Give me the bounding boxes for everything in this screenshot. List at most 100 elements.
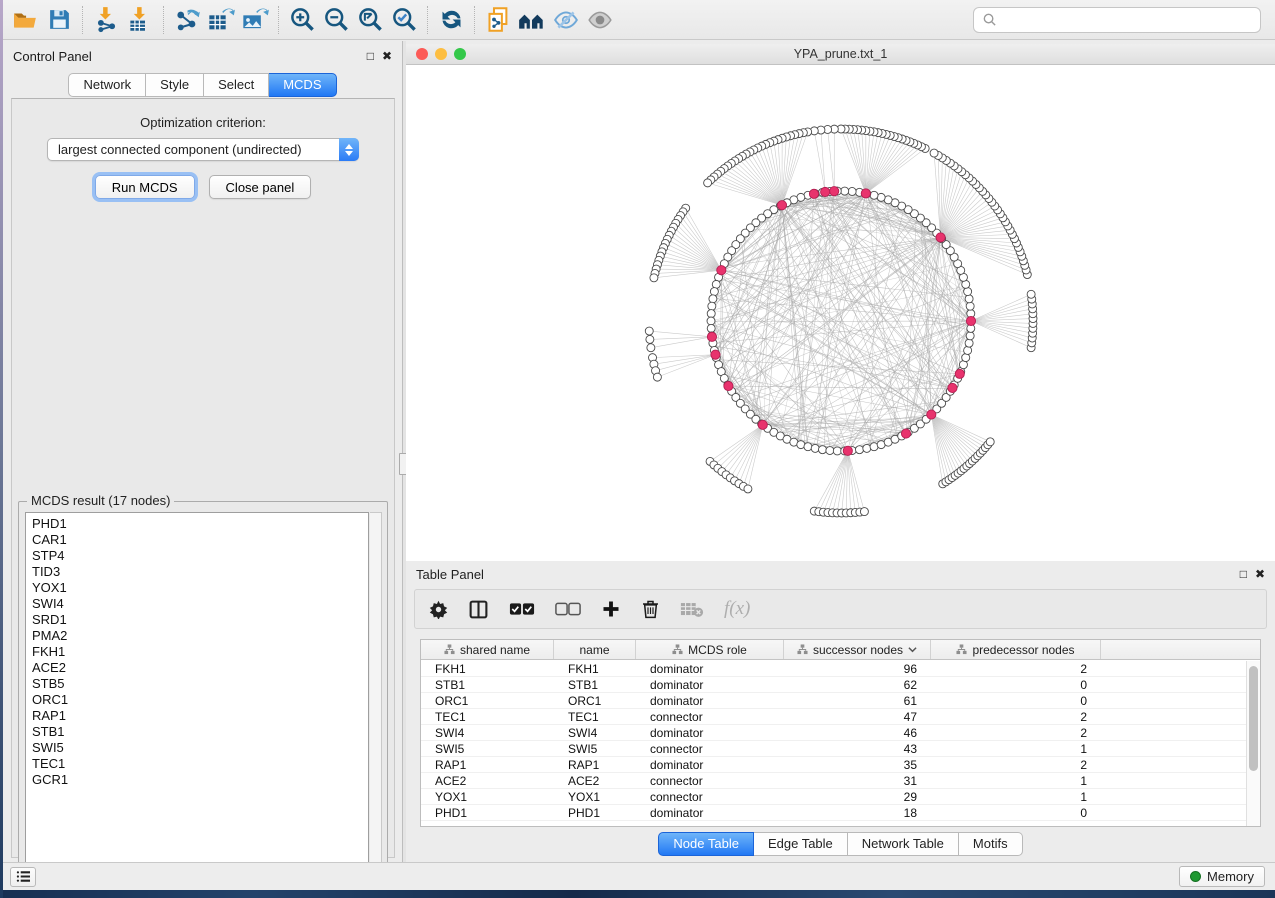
- table-cell[interactable]: SWI4: [421, 725, 554, 740]
- close-panel-icon[interactable]: ✖: [382, 49, 392, 63]
- mcds-result-item[interactable]: TID3: [32, 564, 368, 580]
- table-row[interactable]: PHD1PHD1dominator180: [421, 805, 1246, 821]
- deselect-all-button[interactable]: [555, 602, 581, 616]
- mcds-hub-node[interactable]: [927, 410, 936, 419]
- network-leaf-node[interactable]: [986, 438, 994, 446]
- table-scrollbar[interactable]: [1246, 661, 1260, 826]
- table-row[interactable]: ACE2ACE2connector311: [421, 773, 1246, 789]
- mcds-hub-node[interactable]: [830, 187, 839, 196]
- table-row[interactable]: YOX1YOX1connector291: [421, 789, 1246, 805]
- export-table-button[interactable]: [204, 5, 238, 35]
- table-cell[interactable]: 0: [931, 805, 1101, 820]
- table-row[interactable]: FKH1FKH1dominator962: [421, 661, 1246, 677]
- table-cell[interactable]: 1: [931, 773, 1101, 788]
- network-node[interactable]: [710, 288, 718, 296]
- table-cell[interactable]: connector: [636, 709, 784, 724]
- mcds-result-item[interactable]: ORC1: [32, 692, 368, 708]
- table-cell[interactable]: 31: [784, 773, 931, 788]
- column-header-shared-name[interactable]: shared name: [421, 640, 554, 659]
- table-row[interactable]: SWI5SWI5connector431: [421, 741, 1246, 757]
- mcds-result-item[interactable]: SWI4: [32, 596, 368, 612]
- table-cell[interactable]: 1: [931, 789, 1101, 804]
- network-node[interactable]: [965, 339, 973, 347]
- network-node[interactable]: [966, 332, 974, 340]
- table-cell[interactable]: 2: [931, 757, 1101, 772]
- mcds-result-item[interactable]: SRD1: [32, 612, 368, 628]
- tab-select[interactable]: Select: [204, 73, 269, 97]
- mcds-hub-node[interactable]: [843, 446, 852, 455]
- network-node[interactable]: [962, 354, 970, 362]
- network-node[interactable]: [707, 317, 715, 325]
- table-cell[interactable]: PHD1: [554, 805, 636, 820]
- zoom-fit-button[interactable]: [353, 5, 387, 35]
- mcds-result-item[interactable]: YOX1: [32, 580, 368, 596]
- zoom-in-button[interactable]: [285, 5, 319, 35]
- table-cell[interactable]: 29: [784, 789, 931, 804]
- table-cell[interactable]: 61: [784, 693, 931, 708]
- column-header-predecessor-nodes[interactable]: predecessor nodes: [931, 640, 1101, 659]
- table-cell[interactable]: 18: [784, 805, 931, 820]
- table-cell[interactable]: RAP1: [421, 757, 554, 772]
- run-mcds-button[interactable]: Run MCDS: [95, 175, 195, 199]
- network-node[interactable]: [965, 295, 973, 303]
- network-node[interactable]: [863, 444, 871, 452]
- first-neighbors-button[interactable]: [515, 5, 549, 35]
- network-node[interactable]: [818, 446, 826, 454]
- save-session-button[interactable]: [42, 5, 76, 35]
- table-cell[interactable]: 46: [784, 725, 931, 740]
- export-network-button[interactable]: [170, 5, 204, 35]
- table-row[interactable]: ORC1ORC1dominator610: [421, 693, 1246, 709]
- table-cell[interactable]: dominator: [636, 805, 784, 820]
- table-cell[interactable]: FKH1: [554, 661, 636, 676]
- mcds-result-item[interactable]: CAR1: [32, 532, 368, 548]
- network-leaf-node[interactable]: [647, 344, 655, 352]
- table-cell[interactable]: 47: [784, 709, 931, 724]
- network-node[interactable]: [707, 324, 715, 332]
- mcds-result-item[interactable]: PMA2: [32, 628, 368, 644]
- table-cell[interactable]: 0: [931, 677, 1101, 692]
- mcds-result-item[interactable]: PHD1: [32, 516, 368, 532]
- open-file-button[interactable]: [8, 5, 42, 35]
- table-row[interactable]: RAP1RAP1dominator352: [421, 757, 1246, 773]
- mcds-hub-node[interactable]: [948, 383, 957, 392]
- table-scrollbar-thumb[interactable]: [1249, 666, 1258, 771]
- column-header-MCDS-role[interactable]: MCDS role: [636, 640, 784, 659]
- table-cell[interactable]: connector: [636, 773, 784, 788]
- table-cell[interactable]: STB1: [554, 677, 636, 692]
- mcds-hub-node[interactable]: [707, 332, 716, 341]
- network-node[interactable]: [708, 302, 716, 310]
- table-cell[interactable]: ORC1: [421, 693, 554, 708]
- mcds-result-scrollbar[interactable]: [370, 512, 382, 866]
- network-node[interactable]: [856, 446, 864, 454]
- table-cell[interactable]: SWI5: [421, 741, 554, 756]
- task-history-button[interactable]: [10, 867, 36, 887]
- table-cell[interactable]: 2: [931, 709, 1101, 724]
- table-cell[interactable]: 43: [784, 741, 931, 756]
- memory-button[interactable]: Memory: [1179, 866, 1265, 887]
- export-image-button[interactable]: [238, 5, 272, 35]
- mcds-result-item[interactable]: STB1: [32, 724, 368, 740]
- table-cell[interactable]: 1: [931, 741, 1101, 756]
- mcds-result-item[interactable]: GCR1: [32, 772, 368, 788]
- float-panel-icon[interactable]: □: [367, 49, 374, 63]
- mcds-result-list[interactable]: PHD1CAR1STP4TID3YOX1SWI4SRD1PMA2FKH1ACE2…: [25, 512, 369, 866]
- network-node[interactable]: [712, 280, 720, 288]
- network-node[interactable]: [964, 346, 972, 354]
- table-cell[interactable]: YOX1: [421, 789, 554, 804]
- table-cell[interactable]: STB1: [421, 677, 554, 692]
- network-node[interactable]: [966, 302, 974, 310]
- table-cell[interactable]: dominator: [636, 661, 784, 676]
- table-cell[interactable]: YOX1: [554, 789, 636, 804]
- close-table-panel-icon[interactable]: ✖: [1255, 567, 1265, 581]
- mcds-hub-node[interactable]: [955, 369, 964, 378]
- table-cell[interactable]: ACE2: [421, 773, 554, 788]
- network-node[interactable]: [826, 447, 834, 455]
- network-canvas[interactable]: [406, 65, 1275, 561]
- table-cell[interactable]: SWI4: [554, 725, 636, 740]
- table-cell[interactable]: 96: [784, 661, 931, 676]
- float-table-panel-icon[interactable]: □: [1240, 567, 1247, 581]
- network-node[interactable]: [707, 310, 715, 318]
- table-cell[interactable]: 62: [784, 677, 931, 692]
- search-box[interactable]: [973, 7, 1261, 33]
- tab-mcds[interactable]: MCDS: [269, 73, 336, 97]
